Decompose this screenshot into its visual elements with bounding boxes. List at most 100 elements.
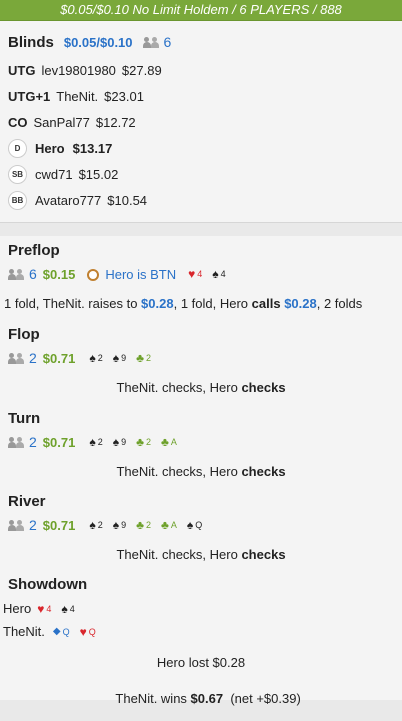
pot-amount: $0.15 (42, 266, 76, 282)
preflop-action: 1 fold, TheNit. raises to $0.28, 1 fold,… (4, 296, 362, 311)
card-rank: 2 (146, 437, 152, 447)
card-rank: 2 (146, 353, 152, 363)
action-verb: checks (241, 547, 286, 562)
spade-icon: ♠ (186, 518, 194, 532)
pot-amount: $0.71 (42, 434, 76, 450)
spade-icon: ♠ (89, 435, 96, 449)
showdown-hero: Hero ♥ 4 ♠ 4 (3, 601, 85, 616)
seat-player-name: cwd71 (35, 166, 73, 182)
flop-meta: 2 $0.71 ♠ 2 ♠ 9 ♣ 2 (0, 350, 169, 366)
card-rank: 2 (97, 353, 103, 363)
seat-position: UTG (8, 62, 36, 78)
hero-position: Hero is BTN (105, 266, 177, 282)
club-icon: ♣ (136, 518, 144, 532)
seat-player-name: SanPal77 (33, 114, 90, 130)
card-rank: 4 (197, 269, 203, 279)
seat-stack: $15.02 (78, 166, 119, 182)
players-icon (8, 268, 26, 280)
players-icon (8, 436, 26, 448)
card-rank: Q (195, 520, 203, 530)
seat-stack: $10.54 (107, 192, 148, 208)
pot-amount: $0.71 (42, 350, 76, 366)
spade-icon: ♠ (112, 351, 120, 365)
win-amount: $0.67 (190, 691, 224, 706)
location-pin-icon (87, 269, 100, 281)
river-action: TheNit. checks, Hero checks (0, 547, 402, 562)
seat-stack: $27.89 (121, 62, 162, 78)
seat-row: CO SanPal77 $12.72 (8, 109, 394, 135)
card-rank: 4 (220, 269, 226, 279)
seat-stack: $13.17 (72, 140, 113, 156)
action-verb: checks (241, 380, 286, 395)
heart-icon: ♥ (79, 624, 87, 639)
players-count: 6 (29, 266, 37, 282)
club-icon: ♣ (136, 351, 144, 365)
card-rank: 9 (121, 353, 127, 363)
seat-position: CO (8, 114, 28, 130)
action-text: , 1 fold, Hero (173, 296, 252, 311)
hand-history-panel: Preflop 6 $0.15 Hero is BTN ♥ 4 ♠ 4 1 fo… (0, 236, 402, 706)
pot-amount: $0.71 (42, 517, 76, 533)
club-icon: ♣ (136, 435, 144, 449)
players-icon (142, 36, 161, 48)
seat-player-name: Hero (35, 140, 65, 156)
result-win: TheNit. wins $0.67 (net +$0.39) (0, 676, 402, 721)
seat-row-hero: D Hero $13.17 (8, 135, 394, 161)
seat-position: UTG+1 (8, 88, 51, 104)
turn-meta: 2 $0.71 ♠ 2 ♠ 9 ♣ 2 ♣ A (0, 434, 195, 450)
call-amount: $0.28 (284, 296, 317, 311)
action-verb: checks (241, 464, 286, 479)
action-text: , 2 folds (316, 296, 363, 311)
flop-action: TheNit. checks, Hero checks (0, 380, 402, 395)
seat-player-name: lev19801980 (41, 62, 116, 78)
seat-row: UTG lev19801980 $27.89 (8, 57, 394, 83)
card-rank: A (170, 520, 177, 530)
blinds-panel: Blinds $0.05/$0.10 6 UTG lev19801980 $27… (0, 21, 402, 223)
card-rank: 2 (97, 437, 103, 447)
result-loss: Hero lost $0.28 (156, 655, 246, 670)
seat-player-name: TheNit. (56, 88, 99, 104)
action-text: TheNit. checks, Hero (116, 464, 242, 479)
card-rank: 2 (146, 520, 152, 530)
seat-row: UTG+1 TheNit. $23.01 (8, 83, 394, 109)
spade-icon: ♠ (212, 267, 219, 281)
spade-icon: ♠ (61, 601, 68, 616)
river-meta: 2 $0.71 ♠ 2 ♠ 9 ♣ 2 ♣ A ♠ Q (0, 517, 220, 533)
seat-stack: $12.72 (95, 114, 136, 130)
card-rank: 2 (97, 520, 103, 530)
card-rank: 4 (46, 603, 52, 614)
club-icon: ♣ (161, 435, 169, 449)
card-rank: 9 (121, 520, 127, 530)
heart-icon: ♥ (188, 267, 196, 281)
blinds-header: Blinds $0.05/$0.10 6 (8, 27, 394, 57)
river-title: River (8, 493, 46, 510)
spade-icon: ♠ (112, 518, 120, 532)
players-count: 2 (29, 434, 37, 450)
blinds-amount: $0.05/$0.10 (63, 34, 133, 50)
card-rank: 4 (69, 603, 75, 614)
showdown-player-name: Hero (3, 601, 32, 616)
action-text: TheNit. checks, Hero (116, 380, 242, 395)
spade-icon: ♠ (89, 351, 96, 365)
big-blind-badge: BB (8, 190, 27, 210)
action-verb: calls (251, 296, 281, 311)
players-count: 6 (163, 34, 172, 50)
flop-title: Flop (8, 326, 40, 343)
action-text: TheNit. checks, Hero (116, 547, 242, 562)
card-rank: A (170, 437, 177, 447)
game-header: $0.05/$0.10 No Limit Holdem / 6 PLAYERS … (0, 0, 402, 21)
dealer-badge: D (8, 138, 27, 158)
net-amount: (net +$0.39) (223, 691, 301, 706)
showdown-villain: TheNit. ◆ Q ♥ Q (3, 624, 106, 639)
turn-action: TheNit. checks, Hero checks (0, 464, 402, 479)
showdown-title: Showdown (8, 576, 88, 593)
blinds-title: Blinds (8, 33, 54, 51)
heart-icon: ♥ (37, 601, 45, 616)
players-icon (8, 352, 26, 364)
seat-row: SB cwd71 $15.02 (8, 161, 394, 187)
small-blind-badge: SB (8, 164, 27, 184)
diamond-icon: ◆ (52, 626, 61, 637)
winner-text: TheNit. wins (115, 691, 191, 706)
players-count: 2 (29, 350, 37, 366)
players-icon (8, 519, 26, 531)
